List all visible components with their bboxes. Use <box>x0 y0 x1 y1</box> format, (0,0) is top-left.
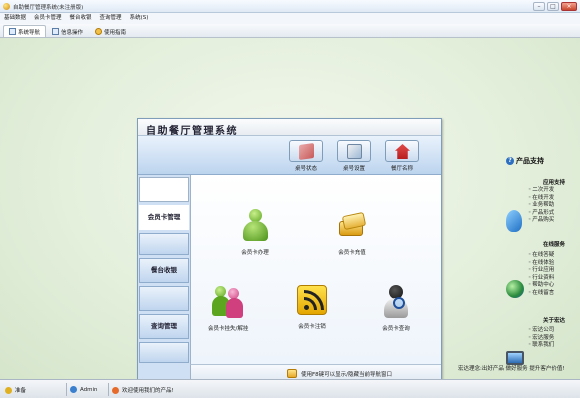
nav-cashier[interactable]: 餐台收银 <box>139 258 189 283</box>
member-card-loss-button[interactable]: 会员卡挂失/解挂 <box>208 285 248 332</box>
member-card-apply-button[interactable]: 会员卡办理 <box>241 209 269 256</box>
table-status-icon <box>299 142 314 161</box>
support-link[interactable]: 在线体验 <box>528 260 554 268</box>
about-hongda-icon <box>506 351 524 365</box>
navigation-icon <box>9 28 16 35</box>
support-link[interactable]: 在线开发 <box>528 195 554 203</box>
support-link[interactable]: 行业应用 <box>528 267 554 275</box>
hint-text: 使用F8键可以显示/隐藏当前导航窗口 <box>301 372 393 378</box>
slogan-text: 宏达理念:出好产品 做好服务 提升客户价值! <box>458 366 565 372</box>
status-user: Admin <box>70 386 98 393</box>
function-label: 会员卡挂失/解挂 <box>208 326 249 332</box>
app-icon <box>3 3 10 10</box>
tool-label: 桌号设置 <box>342 166 365 172</box>
member-card-apply-icon <box>241 209 269 245</box>
member-card-recharge-icon <box>337 211 367 241</box>
function-label: 会员卡查询 <box>382 326 410 332</box>
nav-query[interactable]: 查询管理 <box>139 314 189 339</box>
window-title: 自助餐厅管理系统(未注册版) <box>13 5 84 11</box>
tab-label: 信息操作 <box>61 29 84 36</box>
table-setting-button[interactable]: 桌号设置 <box>336 140 372 172</box>
status-bar: 准备 Admin 欢迎使用我们的产品! <box>0 379 580 398</box>
support-link[interactable]: 宏达公司 <box>528 327 554 335</box>
section-heading: 关于宏达 <box>543 318 566 324</box>
section-heading: 应用支持 <box>543 180 566 186</box>
application-support-list: 二次开发 在线开发 业务帮助 产品形式 产品购买 <box>528 187 554 225</box>
table-status-button[interactable]: 桌号状态 <box>288 140 324 172</box>
maximize-button[interactable]: □ <box>547 2 559 11</box>
online-service-list: 在线答疑 在线体验 行业应用 行业资料 帮助中心 在线留言 <box>528 252 554 297</box>
main-area: 自助餐厅管理系统 桌号状态 桌号设置 餐厅名称 会员卡管理 餐台收银 查询管理 <box>0 38 580 383</box>
about-hongda-list: 宏达公司 宏达服务 联系我们 <box>528 327 554 350</box>
nav-spacer-2 <box>139 286 189 311</box>
menu-member-card[interactable]: 会员卡管理 <box>30 13 66 24</box>
welcome-icon <box>112 386 119 394</box>
menu-cashier[interactable]: 餐台收银 <box>66 13 96 24</box>
function-area: 会员卡办理 会员卡充值 会员卡挂失/解挂 会员卡注销 会员卡查询 <box>190 175 441 364</box>
navigation-panel: 自助餐厅管理系统 桌号状态 桌号设置 餐厅名称 会员卡管理 餐台收银 查询管理 <box>137 118 442 383</box>
tab-label: 系统导航 <box>18 29 41 36</box>
table-setting-icon <box>347 144 362 159</box>
status-ready: 准备 <box>5 386 26 394</box>
tool-label: 餐厅名称 <box>390 166 413 172</box>
status-welcome: 欢迎使用我们的产品! <box>112 386 174 394</box>
online-service-icon <box>506 280 524 298</box>
menu-basic-data[interactable]: 基础数据 <box>0 13 30 24</box>
support-link[interactable]: 业务帮助 <box>528 202 554 210</box>
panel-title: 自助餐厅管理系统 <box>138 119 441 137</box>
tab-help-guide[interactable]: 使用指南 <box>89 25 132 37</box>
function-label: 会员卡注销 <box>298 324 326 330</box>
hint-icon <box>287 369 297 378</box>
tab-system-navigation[interactable]: 系统导航 <box>3 25 47 37</box>
member-card-query-icon <box>381 285 411 319</box>
support-link[interactable]: 二次开发 <box>528 187 554 195</box>
nav-spacer-1 <box>139 233 189 255</box>
support-link[interactable]: 在线答疑 <box>528 252 554 260</box>
support-link[interactable]: 联系我们 <box>528 342 554 350</box>
member-card-cancel-button[interactable]: 会员卡注销 <box>297 285 327 330</box>
status-divider <box>66 383 67 396</box>
menu-query[interactable]: 查询管理 <box>96 13 126 24</box>
window-controls: – □ × <box>533 2 577 11</box>
side-nav: 会员卡管理 餐台收银 查询管理 <box>138 175 190 364</box>
support-link[interactable]: 帮助中心 <box>528 282 554 290</box>
title-bar: 自助餐厅管理系统(未注册版) – □ × <box>0 0 580 13</box>
support-link[interactable]: 产品形式 <box>528 210 554 218</box>
nav-blank-slot <box>139 177 189 202</box>
menu-system[interactable]: 系统(S) <box>126 13 153 24</box>
application-support-icon <box>506 210 522 232</box>
member-card-recharge-button[interactable]: 会员卡充值 <box>337 211 367 256</box>
tab-label: 使用指南 <box>104 29 127 36</box>
info-operation-icon <box>52 28 60 35</box>
support-title: ? 产品支持 <box>506 156 544 166</box>
status-divider <box>108 383 109 396</box>
close-button[interactable]: × <box>561 2 577 11</box>
product-support: ?产品支持 应用支持 二次开发 在线开发 业务帮助 产品形式 产品购买 在线服务… <box>500 156 580 398</box>
member-card-cancel-icon <box>297 285 327 315</box>
tool-label: 桌号状态 <box>294 166 317 172</box>
question-icon: ? <box>506 157 514 165</box>
nav-spacer-3 <box>139 342 189 363</box>
minimize-button[interactable]: – <box>533 2 545 11</box>
support-link[interactable]: 产品购买 <box>528 217 554 225</box>
tab-info-operation[interactable]: 信息操作 <box>46 25 89 37</box>
nav-member-card[interactable]: 会员卡管理 <box>139 205 189 230</box>
member-card-loss-icon <box>212 285 244 321</box>
support-link[interactable]: 宏达服务 <box>528 335 554 343</box>
support-link[interactable]: 在线留言 <box>528 290 554 298</box>
restaurant-name-icon <box>395 144 410 159</box>
function-label: 会员卡办理 <box>241 250 269 256</box>
help-guide-icon <box>95 28 103 35</box>
section-heading: 在线服务 <box>543 242 566 248</box>
panel-toolbar: 桌号状态 桌号设置 餐厅名称 <box>138 136 441 175</box>
restaurant-name-button[interactable]: 餐厅名称 <box>384 140 420 172</box>
ready-icon <box>5 386 12 394</box>
support-link[interactable]: 行业资料 <box>528 275 554 283</box>
function-label: 会员卡充值 <box>338 250 366 256</box>
menu-bar: 基础数据 会员卡管理 餐台收银 查询管理 系统(S) <box>0 13 580 24</box>
tab-bar: 系统导航 信息操作 使用指南 <box>0 24 580 38</box>
user-icon <box>70 386 77 393</box>
member-card-query-button[interactable]: 会员卡查询 <box>381 285 411 332</box>
